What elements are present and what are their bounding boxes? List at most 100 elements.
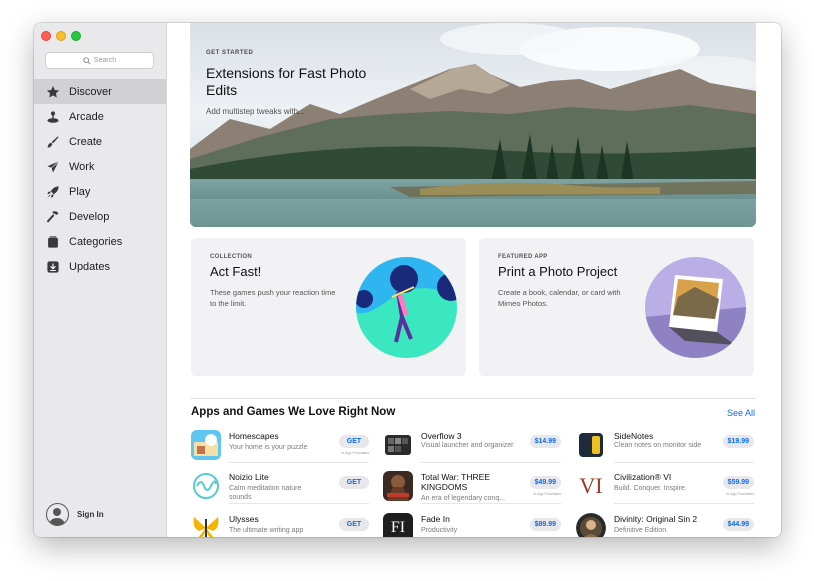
price-button[interactable]: $14.99 (529, 435, 561, 448)
noizio-icon (191, 471, 221, 501)
card-description: Create a book, calendar, or card with Mi… (498, 288, 621, 308)
app-row-ulysses[interactable]: Ulysses The ultimate writing app GET (191, 510, 369, 537)
download-icon (47, 260, 59, 273)
sidebar-item-play[interactable]: Play (34, 179, 166, 204)
sidebar-item-label: Play (69, 185, 91, 198)
app-row-overflow[interactable]: Overflow 3 Visual launcher and organizer… (383, 427, 561, 463)
section-title: Apps and Games We Love Right Now (191, 406, 396, 418)
row-divider (229, 503, 369, 504)
hero-banner[interactable]: GET STARTED Extensions for Fast Photo Ed… (190, 23, 756, 227)
sign-in-button[interactable]: Sign In (46, 503, 104, 526)
paper-plane-icon (47, 160, 59, 173)
sidebar-item-label: Categories (69, 235, 123, 248)
app-row-sidenotes[interactable]: SideNotes Clean notes on monitor side $1… (576, 427, 754, 463)
sidebar-item-categories[interactable]: Categories (34, 229, 166, 254)
hero-eyebrow: GET STARTED (206, 50, 254, 56)
overflow-icon (383, 430, 413, 460)
sidebar: Search Discover Arcade Create Work Play (34, 23, 167, 537)
stack-icon (48, 235, 58, 248)
app-description: The ultimate writing app (229, 527, 304, 534)
see-all-link[interactable]: See All (727, 408, 755, 418)
app-row-divinity[interactable]: Divinity: Original Sin 2 Definitive Edit… (576, 510, 754, 537)
app-name: SideNotes (614, 431, 654, 441)
ulysses-icon (191, 513, 221, 537)
sidebar-item-arcade[interactable]: Arcade (34, 104, 166, 129)
civilization-icon: VI (576, 471, 606, 501)
card-title: Print a Photo Project (498, 264, 618, 279)
price-button[interactable]: $49.99 (529, 476, 561, 489)
card-eyebrow: FEATURED APP (498, 254, 548, 260)
app-name: Divinity: Original Sin 2 (614, 514, 698, 524)
close-button[interactable] (41, 31, 51, 41)
hero-title: Extensions for Fast Photo Edits (206, 65, 367, 98)
search-input[interactable]: Search (45, 52, 154, 69)
app-name: Civilization® VI (614, 472, 672, 482)
card-eyebrow: COLLECTION (210, 254, 252, 260)
get-button[interactable]: GET (339, 476, 369, 489)
get-button[interactable]: GET (339, 518, 369, 531)
hero-subtitle: Add multistep tweaks with... (206, 107, 305, 116)
app-description: Productivity (421, 527, 458, 534)
price-button[interactable]: $44.99 (722, 518, 754, 531)
featured-app-card[interactable]: FEATURED APP Print a Photo Project Creat… (479, 238, 754, 376)
sidebar-item-label: Updates (69, 260, 110, 273)
app-name: Homescapes (229, 431, 279, 441)
sidebar-item-develop[interactable]: Develop (34, 204, 166, 229)
star-icon (46, 85, 60, 98)
get-button[interactable]: GET (339, 435, 369, 448)
app-name: Overflow 3 (421, 431, 462, 441)
sidebar-item-label: Discover (69, 85, 112, 98)
sidebar-item-label: Arcade (69, 110, 104, 123)
sidebar-item-label: Work (69, 160, 95, 173)
app-store-window: Search Discover Arcade Create Work Play (34, 23, 781, 537)
app-description: Definitive Edition (614, 527, 667, 534)
price-button[interactable]: $89.99 (529, 518, 561, 531)
price-button[interactable]: $59.99 (722, 476, 754, 489)
minimize-button[interactable] (56, 31, 66, 41)
app-name: Fade In (421, 514, 450, 524)
row-divider (421, 503, 561, 504)
mountain-lake-photo (190, 23, 756, 227)
in-app-purchases-label: In-App Purchases (726, 492, 754, 496)
app-name: Noizio Lite (229, 472, 269, 482)
divinity-icon (576, 513, 606, 537)
sidebar-item-create[interactable]: Create (34, 129, 166, 154)
app-row-civilization[interactable]: VI Civilization® VI Build. Conquer. Insp… (576, 468, 754, 504)
main-content: GET STARTED Extensions for Fast Photo Ed… (167, 23, 781, 537)
sidebar-item-discover[interactable]: Discover (34, 79, 166, 104)
sidebar-item-work[interactable]: Work (34, 154, 166, 179)
joystick-icon (47, 110, 59, 123)
sidebar-item-label: Create (69, 135, 103, 148)
homescapes-icon (191, 430, 221, 460)
window-controls (41, 31, 81, 41)
app-description: Build. Conquer. Inspire. (614, 485, 687, 492)
avatar-icon (46, 503, 69, 526)
row-divider (614, 462, 754, 463)
card-title: Act Fast! (210, 264, 262, 279)
app-row-total-war[interactable]: Total War: THREE KINGDOMS An era of lege… (383, 468, 561, 504)
in-app-purchases-label: In-App Purchases (533, 492, 561, 496)
app-name: Total War: THREE KINGDOMS (421, 472, 490, 492)
app-row-fade-in[interactable]: FI Fade In Productivity $89.99 (383, 510, 561, 537)
sign-in-label: Sign In (77, 510, 104, 519)
price-button[interactable]: $19.99 (722, 435, 754, 448)
app-description: Calm meditation nature sounds (229, 485, 302, 501)
app-row-noizio[interactable]: Noizio Lite Calm meditation nature sound… (191, 468, 369, 504)
in-app-purchases-label: In-App Purchases (341, 451, 369, 455)
collection-card[interactable]: COLLECTION Act Fast! These games push yo… (191, 238, 466, 376)
rocket-icon (47, 185, 59, 198)
app-description: Clean notes on monitor side (614, 442, 702, 449)
fade-in-icon: FI (383, 513, 413, 537)
brush-icon (47, 135, 59, 148)
app-name: Ulysses (229, 514, 259, 524)
sidebar-item-updates[interactable]: Updates (34, 254, 166, 279)
zoom-button[interactable] (71, 31, 81, 41)
app-description: An era of legendary conq... (421, 495, 506, 502)
card-description: These games push your reaction time to t… (210, 288, 336, 308)
total-war-icon (383, 471, 413, 501)
app-row-homescapes[interactable]: Homescapes Your home is your puzzle GET … (191, 427, 369, 463)
hammer-icon (46, 210, 59, 223)
search-icon (83, 56, 91, 65)
row-divider (421, 462, 561, 463)
sidebar-nav: Discover Arcade Create Work Play Develop (34, 79, 166, 279)
